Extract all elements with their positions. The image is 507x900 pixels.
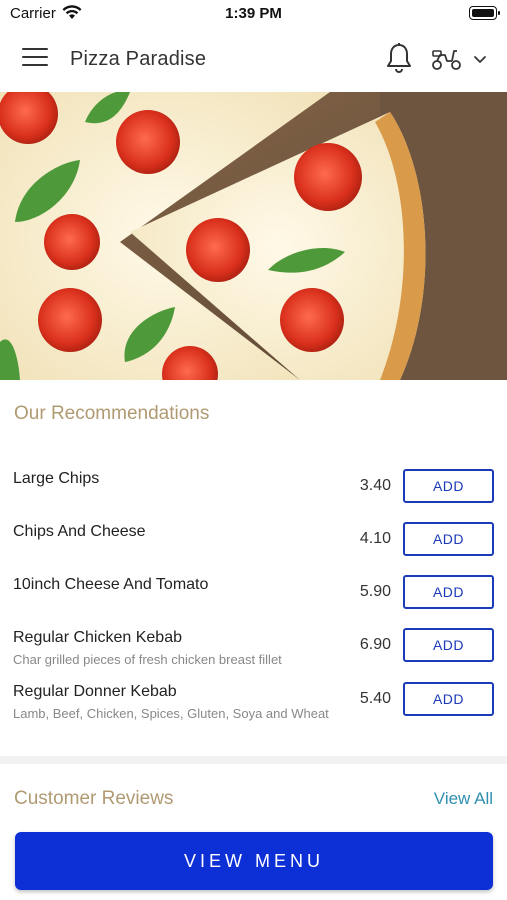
- item-price: 6.90: [359, 636, 391, 653]
- menu-icon[interactable]: [22, 48, 48, 70]
- item-price: 5.40: [359, 690, 391, 707]
- reviews-title: Customer Reviews: [14, 788, 174, 809]
- list-item: Chips And Cheese 4.10 ADD: [0, 519, 507, 571]
- status-bar: Carrier 1:39 PM: [0, 0, 507, 26]
- item-price: 4.10: [359, 530, 391, 547]
- item-name: Regular Chicken Kebab: [13, 629, 182, 646]
- item-description: Char grilled pieces of fresh chicken bre…: [13, 652, 282, 667]
- chevron-down-icon[interactable]: [472, 52, 488, 66]
- add-button[interactable]: ADD: [403, 682, 494, 716]
- list-item: Regular Chicken Kebab Char grilled piece…: [0, 625, 507, 677]
- list-item: Large Chips 3.40 ADD: [0, 466, 507, 518]
- page-title: Pizza Paradise: [70, 48, 207, 70]
- section-divider: [0, 756, 507, 764]
- scooter-icon[interactable]: [430, 46, 462, 72]
- add-button[interactable]: ADD: [403, 469, 494, 503]
- battery-icon: [469, 6, 500, 20]
- item-name: Regular Donner Kebab: [13, 683, 177, 700]
- item-name: 10inch Cheese And Tomato: [13, 576, 209, 593]
- recommendations-title: Our Recommendations: [14, 403, 210, 424]
- list-item: Regular Donner Kebab Lamb, Beef, Chicken…: [0, 679, 507, 741]
- status-time: 1:39 PM: [225, 5, 282, 22]
- bell-icon[interactable]: [385, 42, 413, 74]
- item-name: Large Chips: [13, 470, 100, 487]
- item-name: Chips And Cheese: [13, 523, 146, 540]
- list-item: 10inch Cheese And Tomato 5.90 ADD: [0, 572, 507, 624]
- add-button[interactable]: ADD: [403, 628, 494, 662]
- add-button[interactable]: ADD: [403, 575, 494, 609]
- add-button[interactable]: ADD: [403, 522, 494, 556]
- item-price: 5.90: [359, 583, 391, 600]
- hero-pizza-image: [0, 92, 507, 380]
- view-all-link[interactable]: View All: [434, 789, 493, 809]
- item-description: Lamb, Beef, Chicken, Spices, Gluten, Soy…: [13, 706, 329, 721]
- item-price: 3.40: [359, 477, 391, 494]
- app-header: Pizza Paradise: [0, 26, 507, 92]
- view-menu-button[interactable]: VIEW MENU: [15, 832, 493, 890]
